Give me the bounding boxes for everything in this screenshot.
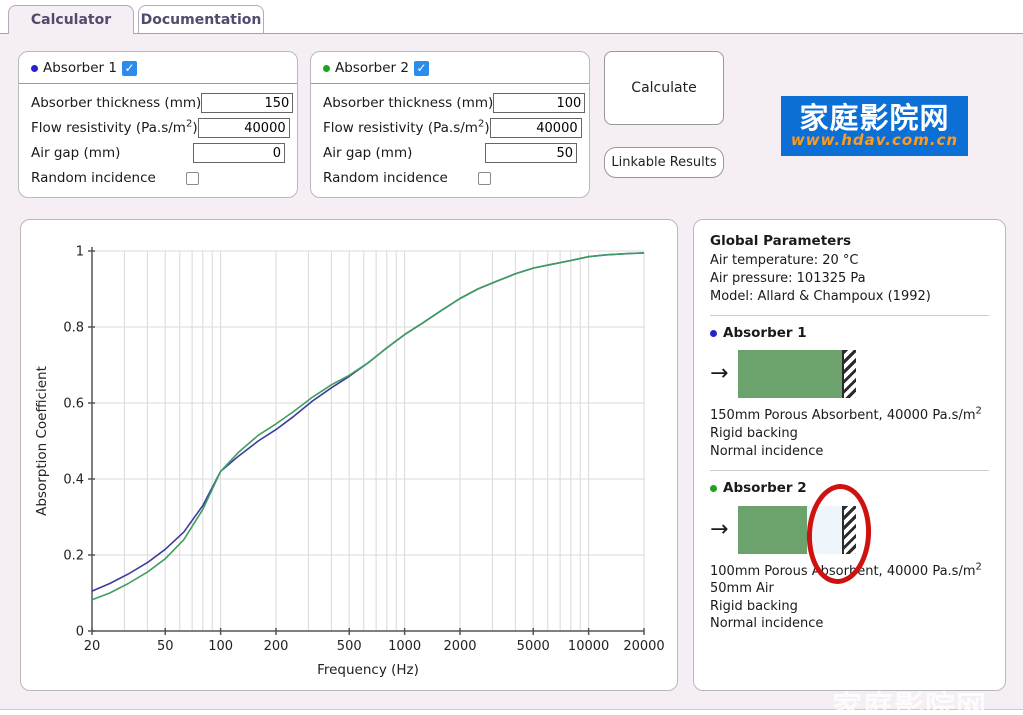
absorber-1-title: Absorber 1 <box>43 60 117 76</box>
y-tick-label: 0.6 <box>63 397 84 412</box>
divider <box>710 315 989 317</box>
calculator-page: Absorber 1 Absorber thickness (mm) Flow … <box>0 33 1023 715</box>
absorption-chart-panel: 20 50 100 200 500 1000 2000 5000 10000 20000 0 0.2 0… <box>20 219 678 691</box>
y-tick-label: 1 <box>76 245 84 260</box>
absorber-2-thickness-input[interactable] <box>493 93 586 113</box>
tab-calculator[interactable]: Calculator <box>8 5 134 34</box>
absorber-2-enabled-checkbox[interactable] <box>413 60 429 76</box>
calculate-button[interactable]: Calculate <box>604 51 724 125</box>
tab-bar: Calculator Documentation <box>0 0 1023 34</box>
incidence-arrow-icon: → <box>710 516 729 542</box>
y-tick-label: 0.2 <box>63 549 84 564</box>
absorber-2-flow-label: Flow resistivity (Pa.s/m2) <box>323 118 490 136</box>
x-tick-label: 500 <box>337 639 362 654</box>
global-parameters-title: Global Parameters <box>710 233 852 249</box>
absorber-2-backing: Rigid backing <box>710 598 798 614</box>
absorber-1-diagram: → <box>710 350 989 399</box>
absorber-1-description: 150mm Porous Absorbent, 40000 Pa.s/m2 <box>710 406 982 424</box>
absorber-2-random-checkbox[interactable] <box>478 171 491 185</box>
absorber-1-flow-label: Flow resistivity (Pa.s/m2) <box>31 118 198 136</box>
absorber-2-diagram: → <box>710 481 989 586</box>
results-panel: Global Parameters Air temperature: 20 °C… <box>693 219 1006 691</box>
incidence-arrow-icon: → <box>710 361 729 387</box>
x-tick-label: 50 <box>157 639 174 654</box>
absorber-2-title: Absorber 2 <box>335 60 409 76</box>
absorber-1-thickness-label: Absorber thickness (mm) <box>31 95 202 111</box>
x-tick-label: 20 <box>84 639 101 654</box>
absorber-1-panel: Absorber 1 Absorber thickness (mm) Flow … <box>18 51 298 198</box>
model-value: Model: Allard & Champoux (1992) <box>710 288 931 304</box>
x-axis-title: Frequency (Hz) <box>317 662 419 678</box>
curve-absorber-2 <box>91 252 645 601</box>
absorber-2-airgap-label: Air gap (mm) <box>323 145 413 161</box>
linkable-results-button[interactable]: Linkable Results <box>604 147 724 178</box>
absorber-2-panel: Absorber 2 Absorber thickness (mm) Flow … <box>310 51 590 198</box>
app-window: Calculator Documentation Absorber 1 Abso… <box>0 0 1023 715</box>
absorber-1-flow-input[interactable] <box>197 118 290 138</box>
absorber-2-random-label: Random incidence <box>323 170 448 186</box>
absorber-1-bullet-icon <box>31 64 38 72</box>
absorber-2-airgap-input[interactable] <box>485 143 577 163</box>
absorber-2-porous-layer <box>738 505 807 554</box>
absorber-2-header: Absorber 2 <box>311 52 589 84</box>
tab-documentation[interactable]: Documentation <box>138 5 264 33</box>
absorber-2-thickness-label: Absorber thickness (mm) <box>323 95 494 111</box>
x-tick-label: 20000 <box>623 639 664 654</box>
y-axis-title: Absorption Coefficient <box>34 366 50 516</box>
air-temperature-value: Air temperature: 20 °C <box>710 253 859 269</box>
air-pressure-value: Air pressure: 101325 Pa <box>710 270 866 286</box>
absorber-1-header: Absorber 1 <box>19 52 297 84</box>
absorber-2-incidence: Normal incidence <box>710 616 824 632</box>
x-tick-label: 2000 <box>443 639 476 654</box>
absorber-1-random-checkbox[interactable] <box>186 171 199 185</box>
curve-absorber-1 <box>91 252 645 592</box>
absorber-2-air: 50mm Air <box>710 581 774 597</box>
result-absorber-1-title: Absorber 1 <box>723 325 807 342</box>
result-absorber-2-bullet-icon <box>710 485 717 493</box>
hdav-watermark-banner: 家庭影院网 www.hdav.com.cn <box>781 96 968 156</box>
absorption-chart: 20 50 100 200 500 1000 2000 5000 10000 20000 0 0.2 0… <box>34 245 665 679</box>
y-tick-label: 0 <box>76 625 84 640</box>
result-absorber-1-bullet-icon <box>710 330 717 338</box>
absorber-1-airgap-label: Air gap (mm) <box>31 145 121 161</box>
hdav-watermark-title: 家庭影院网 <box>799 100 950 135</box>
hdav-watermark-url: www.hdav.com.cn <box>790 131 959 150</box>
rigid-backing-hatch-icon <box>841 350 856 399</box>
x-tick-label: 200 <box>264 639 289 654</box>
absorber-1-porous-layer <box>738 350 842 399</box>
absorber-1-thickness-input[interactable] <box>201 93 294 113</box>
absorber-1-incidence: Normal incidence <box>710 443 824 459</box>
x-tick-label: 10000 <box>568 639 609 654</box>
absorber-1-random-label: Random incidence <box>31 170 156 186</box>
result-absorber-2-title: Absorber 2 <box>723 480 807 497</box>
absorber-1-backing: Rigid backing <box>710 426 798 442</box>
y-tick-label: 0.4 <box>63 473 84 488</box>
absorber-2-flow-input[interactable] <box>489 118 582 138</box>
y-tick-label: 0.8 <box>63 321 84 336</box>
x-tick-label: 1000 <box>388 639 421 654</box>
absorber-2-bullet-icon <box>323 64 330 72</box>
absorber-1-enabled-checkbox[interactable] <box>121 60 137 76</box>
absorber-1-airgap-input[interactable] <box>193 143 285 163</box>
divider <box>710 470 989 472</box>
x-tick-label: 100 <box>208 639 233 654</box>
x-tick-label: 5000 <box>517 639 550 654</box>
